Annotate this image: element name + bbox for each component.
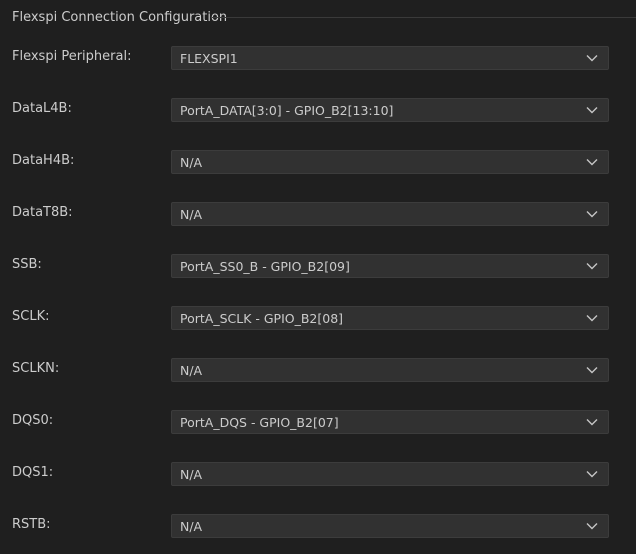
field-label: SSB: — [12, 257, 42, 272]
chevron-down-icon — [586, 418, 598, 426]
section-divider — [212, 17, 636, 18]
chevron-down-icon — [586, 54, 598, 62]
field-label: Flexspi Peripheral: — [12, 49, 132, 64]
field-row-flexspi-peripheral: Flexspi Peripheral: FLEXSPI1 — [0, 46, 636, 98]
dropdown-value: FLEXSPI1 — [180, 51, 238, 66]
dropdown-value: N/A — [180, 363, 203, 378]
field-label: DQS1: — [12, 465, 54, 480]
datat8b-dropdown[interactable]: N/A — [171, 202, 609, 226]
field-label: DataH4B: — [12, 153, 75, 168]
section-header: Flexspi Connection Configuration — [0, 0, 636, 36]
flexspi-peripheral-dropdown[interactable]: FLEXSPI1 — [171, 46, 609, 70]
chevron-down-icon — [586, 470, 598, 478]
ssb-dropdown[interactable]: PortA_SS0_B - GPIO_B2[09] — [171, 254, 609, 278]
field-row-sclk: SCLK: PortA_SCLK - GPIO_B2[08] — [0, 306, 636, 358]
field-label: DQS0: — [12, 413, 54, 428]
chevron-down-icon — [586, 106, 598, 114]
field-row-ssb: SSB: PortA_SS0_B - GPIO_B2[09] — [0, 254, 636, 306]
chevron-down-icon — [586, 522, 598, 530]
field-row-dqs0: DQS0: PortA_DQS - GPIO_B2[07] — [0, 410, 636, 462]
dqs1-dropdown[interactable]: N/A — [171, 462, 609, 486]
dqs0-dropdown[interactable]: PortA_DQS - GPIO_B2[07] — [171, 410, 609, 434]
field-label: DataL4B: — [12, 101, 72, 116]
field-label: SCLK: — [12, 309, 50, 324]
chevron-down-icon — [586, 158, 598, 166]
config-fields: Flexspi Peripheral: FLEXSPI1 DataL4B: Po… — [0, 46, 636, 554]
field-label: RSTB: — [12, 517, 51, 532]
dropdown-value: PortA_DATA[3:0] - GPIO_B2[13:10] — [180, 103, 394, 118]
chevron-down-icon — [586, 314, 598, 322]
dropdown-value: N/A — [180, 207, 203, 222]
field-row-datat8b: DataT8B: N/A — [0, 202, 636, 254]
field-row-sclkn: SCLKN: N/A — [0, 358, 636, 410]
chevron-down-icon — [586, 210, 598, 218]
dropdown-value: N/A — [180, 467, 203, 482]
dropdown-value: PortA_DQS - GPIO_B2[07] — [180, 415, 339, 430]
dropdown-value: PortA_SCLK - GPIO_B2[08] — [180, 311, 344, 326]
datah4b-dropdown[interactable]: N/A — [171, 150, 609, 174]
field-label: DataT8B: — [12, 205, 73, 220]
field-label: SCLKN: — [12, 361, 60, 376]
sclkn-dropdown[interactable]: N/A — [171, 358, 609, 382]
section-title: Flexspi Connection Configuration — [12, 10, 228, 25]
field-row-datal4b: DataL4B: PortA_DATA[3:0] - GPIO_B2[13:10… — [0, 98, 636, 150]
dropdown-value: PortA_SS0_B - GPIO_B2[09] — [180, 259, 350, 274]
chevron-down-icon — [586, 262, 598, 270]
field-row-dqs1: DQS1: N/A — [0, 462, 636, 514]
chevron-down-icon — [586, 366, 598, 374]
field-row-rstb: RSTB: N/A — [0, 514, 636, 554]
field-row-datah4b: DataH4B: N/A — [0, 150, 636, 202]
dropdown-value: N/A — [180, 155, 203, 170]
dropdown-value: N/A — [180, 519, 203, 534]
sclk-dropdown[interactable]: PortA_SCLK - GPIO_B2[08] — [171, 306, 609, 330]
datal4b-dropdown[interactable]: PortA_DATA[3:0] - GPIO_B2[13:10] — [171, 98, 609, 122]
rstb-dropdown[interactable]: N/A — [171, 514, 609, 538]
